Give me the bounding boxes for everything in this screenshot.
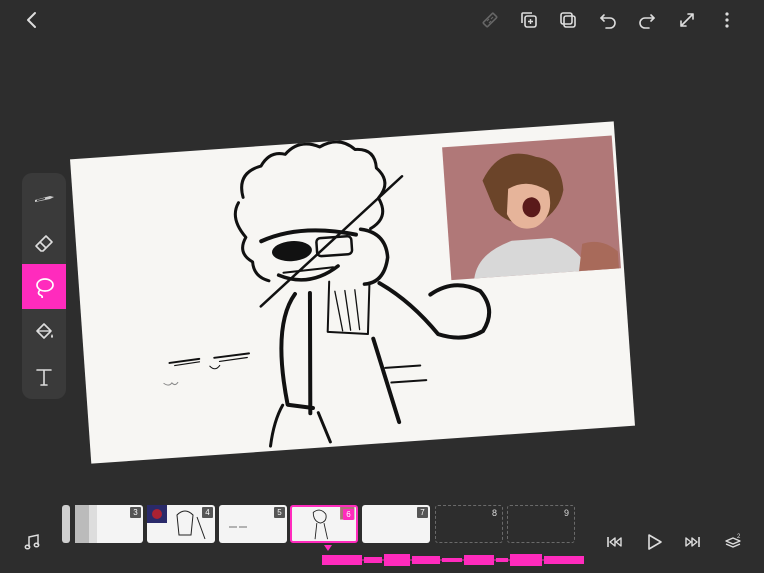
frame-number: 4 (202, 507, 213, 518)
reference-image (442, 135, 621, 281)
frame-4[interactable]: 4 (147, 505, 215, 543)
expand-button[interactable] (673, 6, 701, 34)
lasso-tool[interactable] (22, 264, 66, 309)
skip-back-icon (607, 537, 622, 547)
copy-frame-button[interactable] (554, 6, 582, 34)
pen-tool[interactable] (22, 175, 66, 220)
eraser-tool[interactable] (22, 220, 66, 265)
svg-text:2: 2 (737, 534, 741, 540)
eraser-icon (35, 234, 53, 252)
undo-icon (600, 14, 616, 29)
undo-button[interactable] (594, 6, 622, 34)
drawing-canvas[interactable] (70, 121, 635, 464)
text-tool[interactable] (22, 354, 66, 399)
skip-forward-icon (685, 537, 700, 547)
back-button[interactable] (18, 6, 46, 34)
duplicate-frame-icon (521, 12, 537, 28)
music-icon (24, 534, 40, 550)
music-button[interactable] (18, 528, 46, 556)
redo-icon (639, 14, 655, 29)
onion-skin-icon: 2 (725, 534, 741, 548)
ruler-icon (482, 12, 498, 28)
frame-6[interactable]: 6 (290, 505, 358, 543)
frame-number: 7 (417, 507, 428, 518)
frame-number: 3 (130, 507, 141, 518)
frame-3[interactable]: 3 (75, 505, 143, 543)
skip-back-button[interactable] (600, 528, 628, 556)
frame-8[interactable]: 8 (435, 505, 503, 543)
redo-button[interactable] (633, 6, 661, 34)
duplicate-frame-button[interactable] (515, 6, 543, 34)
text-icon (36, 368, 52, 386)
frame-number: 6 (343, 509, 354, 520)
frame-number: 5 (274, 507, 285, 518)
back-icon (27, 12, 36, 28)
lasso-icon (36, 277, 54, 298)
playhead[interactable] (324, 545, 332, 551)
ruler-button[interactable] (476, 6, 504, 34)
copy-frame-icon (560, 12, 576, 28)
frame-number: 9 (563, 508, 569, 518)
frame-number: 8 (491, 508, 497, 518)
frame-7[interactable]: 7 (362, 505, 430, 543)
pen-icon (35, 195, 54, 202)
fill-tool[interactable] (22, 309, 66, 354)
frame-partial[interactable] (62, 505, 70, 543)
skip-forward-button[interactable] (679, 528, 707, 556)
audio-waveform[interactable] (322, 552, 584, 568)
play-button[interactable] (640, 528, 668, 556)
more-button[interactable] (713, 6, 741, 34)
tool-palette (22, 173, 66, 399)
top-toolbar (0, 0, 764, 40)
frame-9[interactable]: 9 (507, 505, 575, 543)
expand-icon (680, 13, 694, 27)
paint-bucket-icon (36, 322, 53, 339)
more-icon (725, 12, 729, 28)
frame-5[interactable]: 5 (219, 505, 287, 543)
canvas-area (0, 0, 764, 500)
sketch-artwork (163, 135, 621, 448)
onion-skin-button[interactable]: 2 (719, 528, 747, 556)
play-icon (648, 534, 662, 550)
